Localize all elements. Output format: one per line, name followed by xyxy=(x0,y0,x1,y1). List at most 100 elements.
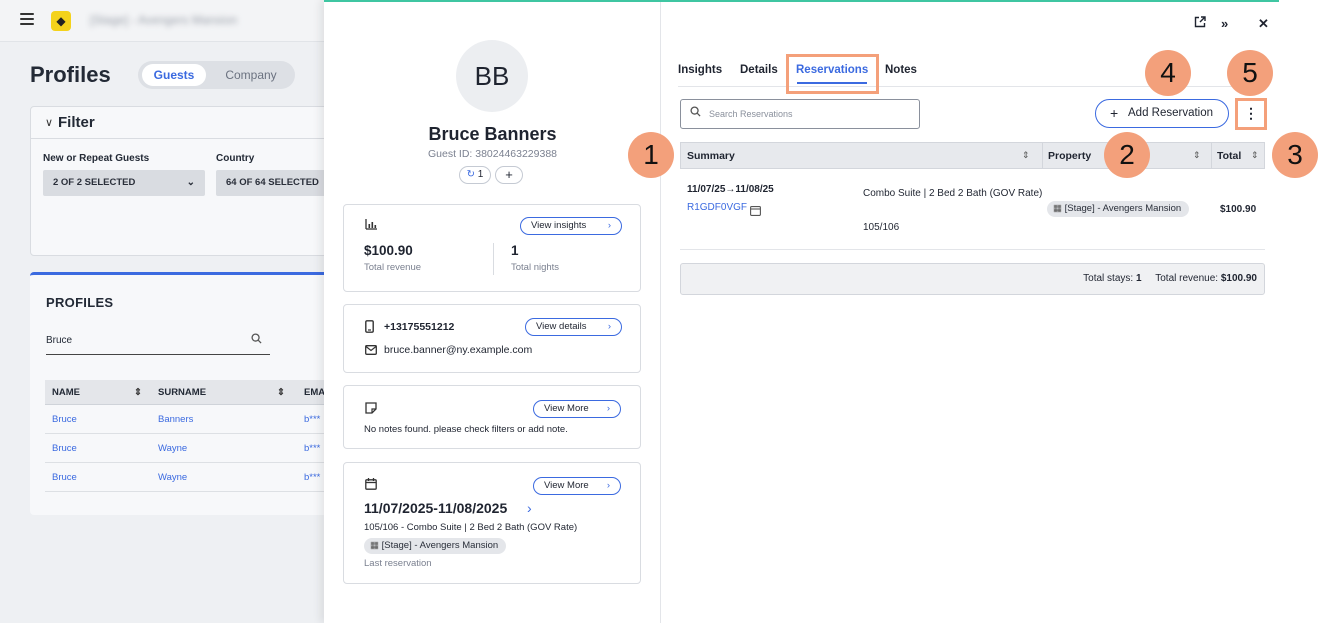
stays-badge[interactable]: ↻ 1 xyxy=(459,166,491,184)
phone-number: +13175551212 xyxy=(384,321,455,333)
reservation-row[interactable]: 11/07/25→11/08/25 R1GDF0VGF Combo Suite … xyxy=(680,170,1265,250)
chevron-right-icon: › xyxy=(607,321,611,332)
sort-icon[interactable]: ⇕ xyxy=(1022,150,1030,161)
app-logo[interactable]: ◆ xyxy=(51,11,71,31)
tab-details[interactable]: Details xyxy=(740,64,778,76)
surname-cell[interactable]: Banners xyxy=(158,414,193,425)
surname-cell[interactable]: Wayne xyxy=(158,472,187,483)
profiles-title: PROFILES xyxy=(46,295,114,310)
col-name-header[interactable]: NAME xyxy=(52,387,80,398)
table-row[interactable]: Bruce Wayne b*** xyxy=(45,463,330,492)
profiles-card: PROFILES Bruce NAME ⇕ SURNAME ⇕ EMA Bruc… xyxy=(30,272,330,515)
add-reservation-button[interactable]: + Add Reservation xyxy=(1095,99,1229,128)
total-revenue-label: Total revenue: xyxy=(1155,273,1219,284)
mail-icon xyxy=(365,344,377,358)
name-cell[interactable]: Bruce xyxy=(52,414,77,425)
guest-type-select[interactable]: 2 OF 2 SELECTED ⌄ xyxy=(43,170,205,196)
sort-icon[interactable]: ⇕ xyxy=(277,387,285,398)
total-nights-label: Total nights xyxy=(511,262,560,273)
country-value: 64 OF 64 SELECTED xyxy=(226,177,319,188)
contact-card: +13175551212 View details › bruce.banner… xyxy=(343,304,641,373)
insights-card: View insights › $100.90 Total revenue 1 … xyxy=(343,204,641,292)
menu-icon[interactable] xyxy=(20,13,34,25)
col-property-header[interactable]: Property xyxy=(1048,150,1091,162)
email-address: bruce.banner@ny.example.com xyxy=(384,344,533,356)
view-insights-button[interactable]: View insights › xyxy=(520,217,622,235)
total-revenue-value: $100.90 xyxy=(1220,273,1257,284)
close-icon[interactable]: ✕ xyxy=(1258,16,1269,32)
annotation-marker-1: 1 xyxy=(628,132,674,178)
divider xyxy=(1042,143,1043,168)
email-cell[interactable]: b*** xyxy=(304,472,320,483)
total-stays-label: Total stays: xyxy=(1083,273,1134,284)
filter-header[interactable]: ∨ Filter xyxy=(31,107,329,139)
calendar-icon[interactable] xyxy=(750,203,761,221)
profile-type-toggle: Guests Company xyxy=(138,61,295,89)
sort-icon[interactable]: ⇕ xyxy=(1193,150,1201,161)
property-switcher[interactable]: [Stage] - Avengers Mansion xyxy=(90,13,258,27)
reservation-total: $100.90 xyxy=(1220,204,1257,215)
view-more-reservation-button[interactable]: View More › xyxy=(533,477,621,495)
bar-chart-icon xyxy=(365,219,377,233)
property-name: [Stage] - Avengers Mansion xyxy=(1064,203,1182,214)
double-chevron-right-icon[interactable]: » xyxy=(1221,16,1228,31)
room-numbers: 105/106 xyxy=(863,222,900,233)
col-total-header[interactable]: Total xyxy=(1217,150,1241,162)
surname-cell[interactable]: Wayne xyxy=(158,443,187,454)
chevron-right-icon: › xyxy=(607,220,611,231)
open-external-icon[interactable] xyxy=(1194,16,1206,31)
country-label: Country xyxy=(216,153,255,164)
table-row[interactable]: Bruce Wayne b*** xyxy=(45,434,330,463)
chevron-right-icon[interactable]: › xyxy=(527,500,532,516)
col-summary-header[interactable]: Summary xyxy=(687,150,735,162)
guests-tab[interactable]: Guests xyxy=(142,64,206,86)
refresh-icon: ↻ xyxy=(466,169,476,180)
confirmation-number[interactable]: R1GDF0VGF xyxy=(687,202,747,213)
col-surname-header[interactable]: SURNAME xyxy=(158,387,206,398)
view-details-label: View details xyxy=(536,321,587,332)
search-icon[interactable] xyxy=(251,333,262,350)
last-reservation-card: View More › 11/07/2025-11/08/2025 › 105/… xyxy=(343,462,641,584)
view-more-label: View More xyxy=(544,403,589,414)
sort-icon[interactable]: ⇕ xyxy=(1251,150,1259,161)
col-email-header[interactable]: EMA xyxy=(304,387,325,398)
country-select[interactable]: 64 OF 64 SELECTED xyxy=(216,170,331,196)
tab-insights[interactable]: Insights xyxy=(678,64,722,76)
more-options-button[interactable]: ⋮ xyxy=(1235,98,1267,130)
email-cell[interactable]: b*** xyxy=(304,414,320,425)
annotation-marker-4: 4 xyxy=(1145,50,1191,96)
add-reservation-label: Add Reservation xyxy=(1128,107,1214,119)
guest-type-label: New or Repeat Guests xyxy=(43,153,150,164)
reservations-panel: » ✕ Insights Details Reservations Notes … xyxy=(661,2,1279,623)
company-tab[interactable]: Company xyxy=(212,64,290,86)
search-icon xyxy=(690,100,701,128)
profile-search-input[interactable]: Bruce xyxy=(46,333,270,355)
guest-id: Guest ID: 38024463229388 xyxy=(427,148,558,160)
calendar-icon xyxy=(365,478,377,493)
annotation-marker-3: 3 xyxy=(1272,132,1318,178)
view-details-button[interactable]: View details › xyxy=(525,318,622,336)
property-tag: ▦ [Stage] - Avengers Mansion xyxy=(1047,201,1190,217)
table-row[interactable]: Bruce Banners b*** xyxy=(45,405,330,434)
reservation-search-input[interactable]: Search Reservations xyxy=(680,99,920,129)
total-revenue-value: $100.90 xyxy=(364,243,413,258)
sort-icon[interactable]: ⇕ xyxy=(134,387,142,398)
email-cell[interactable]: b*** xyxy=(304,443,320,454)
filter-title: Filter xyxy=(58,114,95,131)
annotation-marker-2: 2 xyxy=(1104,132,1150,178)
view-insights-label: View insights xyxy=(531,220,587,231)
tab-highlight-box xyxy=(786,54,879,94)
guest-type-value: 2 OF 2 SELECTED xyxy=(53,177,136,188)
building-icon: ▦ xyxy=(1053,203,1065,214)
name-cell[interactable]: Bruce xyxy=(52,443,77,454)
add-tag-button[interactable]: + xyxy=(495,166,523,184)
last-res-dates[interactable]: 11/07/2025-11/08/2025 xyxy=(364,500,507,516)
table-header: NAME ⇕ SURNAME ⇕ EMA xyxy=(45,380,330,405)
tab-notes[interactable]: Notes xyxy=(885,64,917,76)
reservation-dates: 11/07/25→11/08/25 xyxy=(687,184,774,195)
view-more-notes-button[interactable]: View More › xyxy=(533,400,621,418)
annotation-marker-5: 5 xyxy=(1227,50,1273,96)
total-revenue-label: Total revenue xyxy=(364,262,422,273)
page-title: Profiles xyxy=(30,62,111,87)
name-cell[interactable]: Bruce xyxy=(52,472,77,483)
